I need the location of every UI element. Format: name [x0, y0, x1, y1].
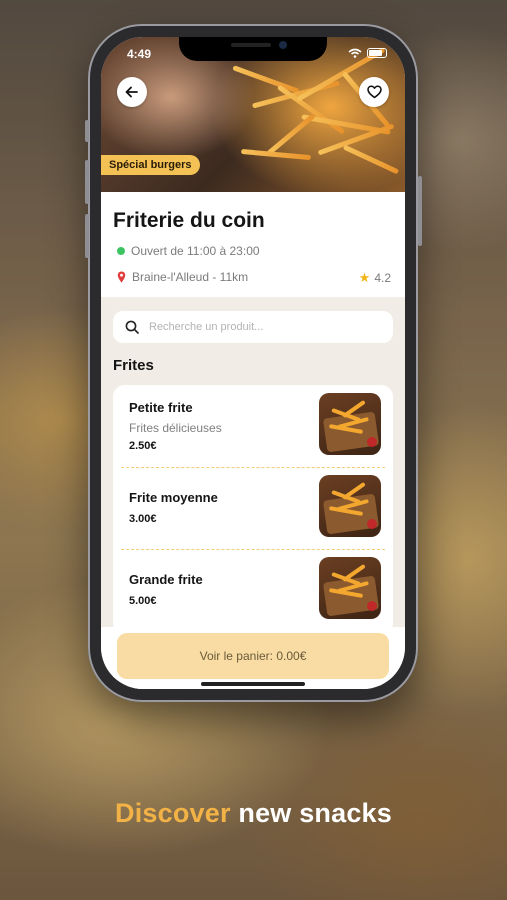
shop-name: Friterie du coin — [113, 209, 265, 232]
favorite-button[interactable] — [359, 77, 389, 107]
product-item[interactable]: Grande frite 5.00€ — [113, 549, 393, 631]
special-tag: Spécial burgers — [101, 155, 200, 175]
product-name: Petite frite — [129, 400, 193, 415]
status-time: 4:49 — [127, 47, 152, 61]
status-bar: 4:49 — [101, 47, 405, 63]
rating-value: 4.2 — [374, 271, 391, 285]
product-item[interactable]: Petite frite Frites délicieuses 2.50€ — [113, 385, 393, 467]
caption-accent: Discover — [115, 798, 231, 828]
shop-location-text: Braine-l'Alleud - 11km — [132, 270, 249, 284]
product-price: 5.00€ — [129, 595, 157, 607]
location-pin-icon — [117, 271, 126, 283]
phone-power-button — [418, 176, 422, 246]
phone-volume-down — [85, 214, 89, 258]
opening-hours-text: Ouvert de 11:00 à 23:00 — [131, 244, 260, 258]
phone-volume-up — [85, 160, 89, 204]
app-screen: 4:49 Spécial burgers Friterie du coin Ou… — [101, 37, 405, 689]
search-input[interactable] — [147, 320, 381, 334]
shop-info-card: Friterie du coin Ouvert de 11:00 à 23:00… — [101, 192, 405, 297]
back-button[interactable] — [117, 77, 147, 107]
product-name: Grande frite — [129, 572, 203, 587]
product-image — [319, 393, 381, 455]
product-price: 2.50€ — [129, 440, 157, 452]
card-edge-divider — [101, 294, 405, 300]
product-image — [319, 557, 381, 619]
opening-hours: Ouvert de 11:00 à 23:00 — [117, 244, 260, 258]
status-dot-icon — [117, 247, 125, 255]
product-name: Frite moyenne — [129, 490, 218, 505]
phone-mute-switch — [85, 120, 89, 142]
product-image — [319, 475, 381, 537]
promo-caption: Discover new snacks — [0, 798, 507, 829]
shop-location: Braine-l'Alleud - 11km — [117, 270, 248, 284]
star-icon: ★ — [358, 270, 371, 285]
shop-rating: ★ 4.2 — [359, 270, 391, 286]
battery-icon — [367, 48, 387, 58]
home-indicator[interactable] — [201, 682, 305, 686]
wifi-icon — [348, 48, 362, 58]
product-description: Frites délicieuses — [129, 421, 222, 435]
product-item[interactable]: Frite moyenne 3.00€ — [113, 467, 393, 549]
product-price: 3.00€ — [129, 513, 157, 525]
cart-footer: Voir le panier: 0.00€ — [101, 627, 405, 689]
section-title-frites: Frites — [113, 357, 154, 374]
arrow-left-icon — [125, 86, 138, 98]
search-bar[interactable] — [113, 311, 393, 343]
view-cart-button[interactable]: Voir le panier: 0.00€ — [117, 633, 389, 679]
heart-icon — [366, 85, 382, 99]
product-list: Petite frite Frites délicieuses 2.50€ Fr… — [113, 385, 393, 635]
search-icon — [125, 320, 139, 334]
caption-rest: new snacks — [238, 798, 392, 828]
